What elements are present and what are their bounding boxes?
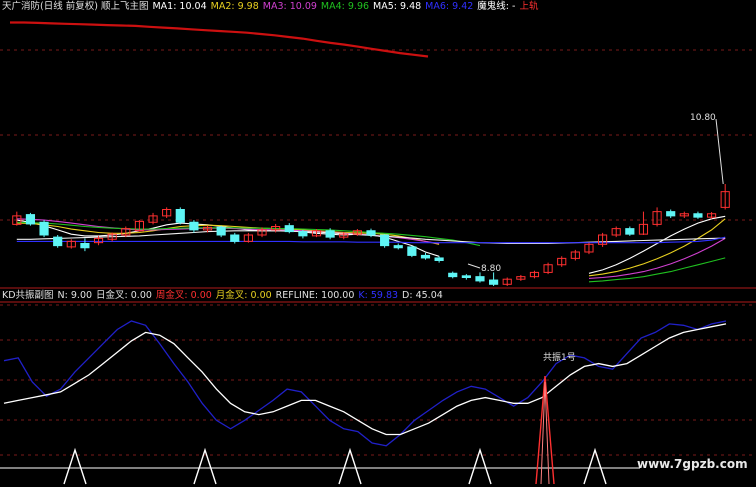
ma-line-魔鬼线 bbox=[10, 21, 429, 58]
candle-body bbox=[666, 211, 676, 217]
main-title: 天广消防(日线 前复权) 顺上飞主图 bbox=[2, 1, 149, 12]
watermark: www.7gpzb.com bbox=[637, 457, 748, 471]
candle-body bbox=[693, 213, 703, 218]
main-candles bbox=[12, 118, 730, 286]
ma-line-MA2 bbox=[16, 218, 726, 277]
candle-body bbox=[216, 226, 226, 236]
week-gold-label: 周金叉: 0.00 bbox=[155, 290, 212, 301]
sub-title: KD共振副图 bbox=[2, 290, 54, 301]
high-price-tag: 10.80 bbox=[690, 113, 716, 123]
candle-body bbox=[407, 246, 417, 256]
resonance-signal-label: 共振1号 bbox=[543, 353, 576, 363]
ma1-label: MA1: 10.04 bbox=[152, 1, 207, 12]
d-label: D: 45.04 bbox=[402, 290, 443, 301]
chart-canvas bbox=[0, 21, 756, 485]
candle-body bbox=[475, 276, 485, 282]
high-leader bbox=[715, 118, 724, 185]
ma2-label: MA2: 9.98 bbox=[210, 1, 259, 12]
ma-line-MA1 bbox=[16, 215, 726, 274]
candle-body bbox=[298, 231, 308, 237]
ma4-label: MA4: 9.96 bbox=[320, 1, 370, 12]
ma-line-MA6 bbox=[16, 236, 726, 244]
low-leader bbox=[467, 263, 481, 269]
ma3-label: MA3: 10.09 bbox=[262, 1, 317, 12]
low-price-tag: 8.80 bbox=[481, 264, 502, 274]
grid-lines bbox=[0, 49, 756, 469]
candle-body bbox=[434, 257, 444, 262]
candle-body bbox=[325, 230, 335, 238]
candle-body bbox=[625, 228, 635, 235]
ma-line-MA3 bbox=[16, 218, 726, 279]
day-gold-label: 日金叉: 0.00 bbox=[96, 290, 152, 301]
refline-label: REFLINE: 100.00 bbox=[275, 290, 355, 301]
candle-body bbox=[489, 279, 499, 285]
n-label: N: 9.00 bbox=[57, 290, 93, 301]
signal-triangle bbox=[468, 447, 492, 485]
month-gold-label: 月金叉: 0.00 bbox=[215, 290, 272, 301]
candle-body bbox=[25, 214, 36, 225]
k-label: K: 59.83 bbox=[358, 290, 399, 301]
main-header: 天广消防(日线 前复权) 顺上飞主图 MA1: 10.04 MA2: 9.98 MA3… bbox=[2, 1, 542, 13]
ma5-label: MA5: 9.48 bbox=[373, 1, 422, 12]
signal-triangle bbox=[63, 447, 87, 485]
candle-body bbox=[380, 234, 390, 247]
main-moving-averages bbox=[10, 21, 726, 283]
candle-body bbox=[284, 225, 294, 233]
demon-line-label: 魔鬼线: - bbox=[477, 1, 516, 12]
candle-body bbox=[53, 236, 63, 247]
candle-body bbox=[230, 234, 240, 242]
sub-header: KD共振副图 N: 9.00 日金叉: 0.00 周金叉: 0.00 月金叉: 0.00… bbox=[2, 290, 447, 302]
candle-body bbox=[393, 245, 403, 249]
candle-body bbox=[420, 254, 431, 259]
candle-body bbox=[175, 209, 185, 223]
candle-body bbox=[366, 230, 376, 236]
candle-body bbox=[189, 221, 199, 231]
candle-body bbox=[461, 275, 471, 278]
upper-rail-label: 上轨 bbox=[519, 1, 539, 12]
candle-body bbox=[448, 272, 458, 278]
ma6-label: MA6: 9.42 bbox=[425, 1, 474, 12]
candle-body bbox=[80, 243, 90, 249]
candle-body bbox=[39, 221, 49, 236]
